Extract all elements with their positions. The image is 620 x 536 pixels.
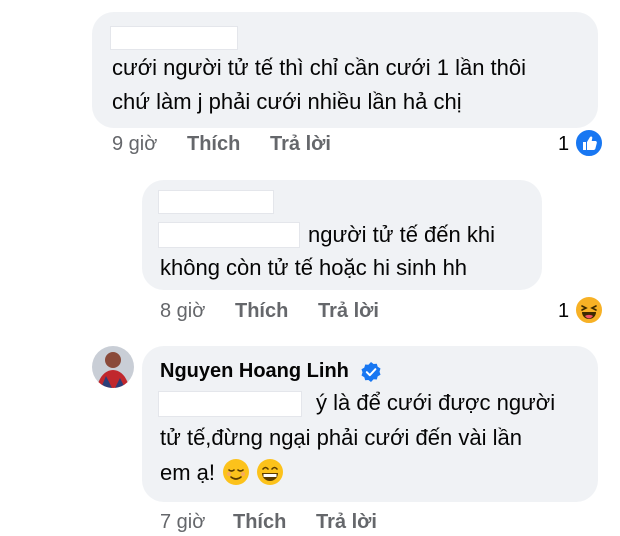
comment-author[interactable]: Nguyen Hoang Linh <box>160 360 349 383</box>
reaction-count[interactable]: 1 <box>558 133 569 156</box>
like-button[interactable]: Thích <box>187 133 240 156</box>
comment-time[interactable]: 7 giờ <box>160 511 205 534</box>
like-button[interactable]: Thích <box>235 300 288 323</box>
relieved-face-emoji <box>222 458 250 486</box>
comment-time[interactable]: 8 giờ <box>160 300 205 323</box>
like-icon[interactable] <box>574 128 604 158</box>
comment-text-line: chứ làm j phải cưới nhiều lần hả chị <box>112 89 462 114</box>
grinning-face-emoji <box>256 458 284 486</box>
haha-icon[interactable] <box>574 295 604 325</box>
comment-text-line: người tử tế đến khi <box>308 222 495 247</box>
verified-badge-icon <box>360 361 382 383</box>
comment-text-line: ý là để cưới được người <box>316 390 556 415</box>
comment-text-line: không còn tử tế hoặc hi sinh hh <box>160 255 468 280</box>
comment-text-line: tử tế,đừng ngại phải cưới đến vài lần <box>160 425 522 450</box>
avatar[interactable] <box>92 346 134 388</box>
comment-time[interactable]: 9 giờ <box>112 133 157 156</box>
comment-text-line: em ạ! <box>160 460 216 485</box>
reply-button[interactable]: Trả lời <box>316 511 377 534</box>
redacted-author-name <box>110 26 238 50</box>
like-button[interactable]: Thích <box>233 511 286 534</box>
reply-button[interactable]: Trả lời <box>318 300 379 323</box>
comment-text-line: cưới người tử tế thì chỉ cần cưới 1 lần … <box>112 55 527 80</box>
reply-button[interactable]: Trả lời <box>270 133 331 156</box>
redacted-mention <box>158 391 302 417</box>
redacted-mention <box>158 222 300 248</box>
reaction-count[interactable]: 1 <box>558 300 569 323</box>
redacted-author-name <box>158 190 274 214</box>
